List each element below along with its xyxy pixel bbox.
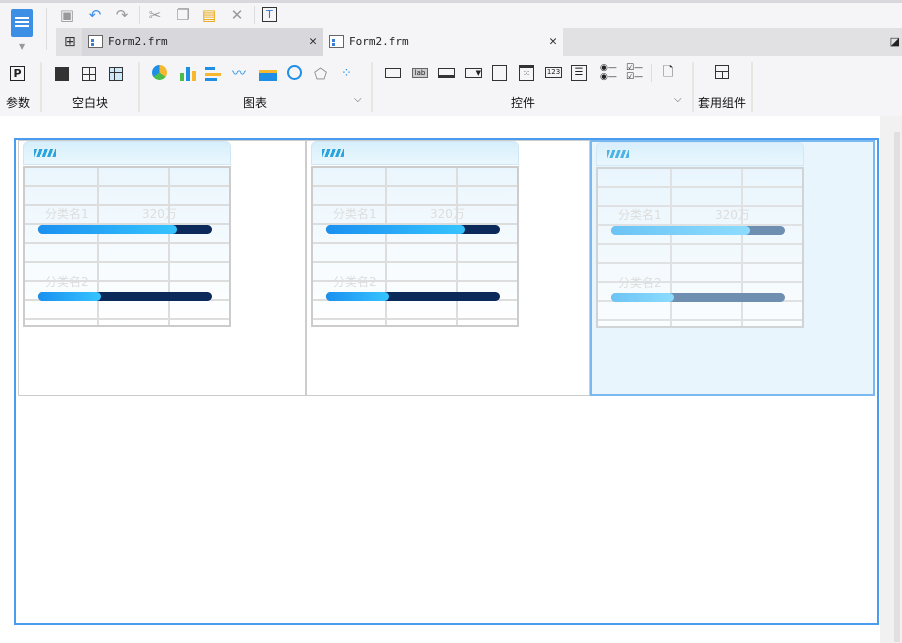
row1-label: 分类名1 [618,208,662,222]
checkbox-group-icon[interactable]: ☑— ☑— [626,64,644,82]
bar-chart-icon[interactable] [179,65,197,83]
tab-bar: ⊞ Form2.frm ✕ Form2.frm ✕ ◪ [56,28,902,56]
divider [46,8,47,50]
row1-label: 分类名1 [333,207,377,221]
group-label-parameter: 参数 [5,96,30,110]
ribbon: P 参数 空白块 〰 ⬠ ⁘ 图表 ⌵ lab ▼ ⁙ 123 ☰ ◉— ◉— ☑… [0,56,902,116]
divider [40,62,42,112]
split-block-icon[interactable] [82,67,96,81]
app-menu-icon[interactable] [11,9,33,37]
row1-progress-bar [326,225,500,234]
progress-fill [326,225,466,234]
vertical-scrollbar[interactable] [880,116,902,643]
delete-icon[interactable]: ✕ [228,6,246,24]
divider [254,6,255,24]
tab-list-menu-icon[interactable]: ◪ [890,35,900,48]
row2-progress-bar [611,293,785,302]
number-field-icon[interactable]: 123 [545,67,562,78]
scrollbar-thumb[interactable] [894,132,900,642]
pie-chart-icon[interactable] [152,65,167,80]
paste-icon[interactable]: ▤ [200,6,218,24]
row1-value: 320万 [142,207,177,221]
undo-icon[interactable]: ↶ [86,6,104,24]
top-border [0,0,902,3]
stripe-decoration-icon [322,149,344,157]
row1-progress-bar [611,226,785,235]
tab-block-icon[interactable] [109,67,123,81]
area-chart-icon[interactable] [259,65,277,83]
radar-chart-icon[interactable]: ⬠ [314,65,332,83]
line-chart-icon[interactable]: 〰 [232,65,250,83]
form-file-icon [329,35,344,48]
group-label-template-component: 套用组件 [697,96,746,110]
widget-cell[interactable]: 分类名1 320万 分类名2 [590,140,875,396]
progress-fill [38,225,178,234]
chevron-down-icon[interactable]: ▼ [19,42,25,51]
widget-cell[interactable]: 分类名1 320万 分类名2 [306,140,590,396]
row2-label: 分类名2 [618,276,662,290]
radio-group-icon[interactable]: ◉— ◉— [600,64,618,82]
widget-header [596,142,804,166]
close-icon[interactable]: ✕ [549,28,557,56]
gauge-chart-icon[interactable] [287,65,302,80]
widget-header [23,141,231,165]
form-file-icon [88,35,103,48]
dropdown-icon[interactable]: ▼ [465,68,482,78]
row1-label: 分类名1 [45,207,89,221]
combo-list-icon[interactable] [492,65,507,81]
widget-table [23,166,231,327]
widget-table [311,166,519,327]
absolute-block-icon[interactable] [55,67,69,81]
tab-label: Form2.frm [349,35,409,48]
progress-list-widget[interactable]: 分类名1 320万 分类名2 [311,141,519,327]
row2-progress-bar [38,292,212,301]
copy-icon[interactable]: ❐ [174,6,192,24]
progress-fill [326,292,389,301]
stripe-decoration-icon [607,150,629,158]
template-component-icon[interactable] [715,65,729,79]
date-picker-icon[interactable]: ⁙ [519,65,534,81]
row2-label: 分类名2 [45,275,89,289]
widget-table [596,167,804,328]
group-label-blank-block: 空白块 [71,96,108,110]
text-field-icon[interactable] [385,68,401,78]
text-area-icon[interactable]: ☰ [571,65,587,81]
divider [651,64,652,82]
tab-form2-2[interactable]: Form2.frm ✕ [323,28,563,56]
parameter-icon[interactable]: P [10,66,25,81]
progress-fill [38,292,101,301]
widget-cell[interactable]: 分类名1 320万 分类名2 [18,140,306,396]
row2-label: 分类名2 [333,275,377,289]
row2-progress-bar [326,292,500,301]
save-icon[interactable]: ▣ [58,6,76,24]
chevron-down-icon[interactable]: ⌵ [354,94,362,105]
new-grid-icon[interactable]: ⊞ [64,34,76,50]
button-icon[interactable] [438,68,455,78]
group-label-control: 控件 [510,96,535,110]
file-search-icon[interactable]: 🗋 [663,65,681,83]
close-icon[interactable]: ✕ [309,28,317,56]
group-label-chart: 图表 [242,96,267,110]
tab-label: Form2.frm [108,35,168,48]
progress-list-widget[interactable]: 分类名1 320万 分类名2 [23,141,231,327]
row1-progress-bar [38,225,212,234]
text-search-icon[interactable]: T [262,7,277,22]
widget-header [311,141,519,165]
scatter-chart-icon[interactable]: ⁘ [341,65,359,83]
progress-fill [611,226,751,235]
row1-value: 320万 [715,208,750,222]
chevron-down-icon[interactable]: ⌵ [674,94,682,105]
row1-value: 320万 [430,207,465,221]
label-icon[interactable]: lab [412,68,428,78]
redo-icon[interactable]: ↷ [113,6,131,24]
cut-icon[interactable]: ✂ [146,6,164,24]
progress-fill [611,293,674,302]
divider [139,6,140,24]
horizontal-bar-chart-icon[interactable] [205,65,223,83]
divider [751,62,753,112]
tab-form2-1[interactable]: Form2.frm ✕ [82,28,323,56]
stripe-decoration-icon [34,149,56,157]
progress-list-widget[interactable]: 分类名1 320万 分类名2 [596,142,804,328]
